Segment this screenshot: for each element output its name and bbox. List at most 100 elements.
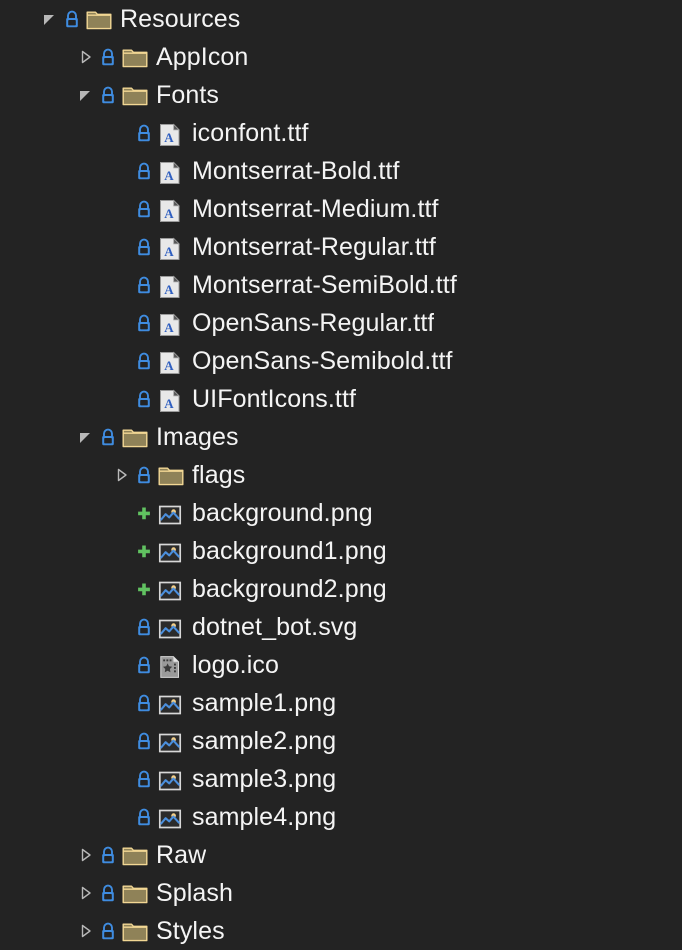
font-file-icon: A <box>156 380 186 418</box>
lock-icon <box>132 456 156 494</box>
tree-file-label: Montserrat-Regular.ttf <box>192 233 436 261</box>
tree-expander-placeholder <box>110 190 132 228</box>
chevron-expanded-icon[interactable] <box>38 0 60 38</box>
tree-file-label: Montserrat-SemiBold.ttf <box>192 271 457 299</box>
tree-row[interactable]: AppIcon <box>0 38 682 76</box>
font-file-icon: A <box>156 228 186 266</box>
tree-row[interactable]: A OpenSans-Semibold.ttf <box>0 342 682 380</box>
folder-icon <box>120 836 150 874</box>
tree-row[interactable]: sample1.png <box>0 684 682 722</box>
lock-icon <box>96 836 120 874</box>
image-file-icon <box>156 532 186 570</box>
tree-expander-placeholder <box>110 532 132 570</box>
tree-row[interactable]: A Montserrat-SemiBold.ttf <box>0 266 682 304</box>
tree-expander-placeholder <box>110 494 132 532</box>
tree-expander-placeholder <box>110 266 132 304</box>
tree-file-label: iconfont.ttf <box>192 119 309 147</box>
lock-icon <box>96 76 120 114</box>
tree-row[interactable]: Resources <box>0 0 682 38</box>
icon-file-icon <box>156 646 186 684</box>
tree-row[interactable]: Fonts <box>0 76 682 114</box>
tree-row[interactable]: A Montserrat-Regular.ttf <box>0 228 682 266</box>
lock-icon <box>132 684 156 722</box>
tree-folder-label: Resources <box>120 5 241 33</box>
tree-file-label: OpenSans-Semibold.ttf <box>192 347 453 375</box>
tree-file-label: sample1.png <box>192 689 337 717</box>
tree-row[interactable]: A Montserrat-Bold.ttf <box>0 152 682 190</box>
chevron-collapsed-icon[interactable] <box>74 874 96 912</box>
tree-row[interactable]: A UIFontIcons.ttf <box>0 380 682 418</box>
folder-icon <box>120 418 150 456</box>
lock-icon <box>132 798 156 836</box>
tree-expander-placeholder <box>110 684 132 722</box>
folder-icon <box>120 76 150 114</box>
tree-expander-placeholder <box>110 608 132 646</box>
lock-icon <box>96 418 120 456</box>
chevron-collapsed-icon[interactable] <box>74 836 96 874</box>
tree-row[interactable]: dotnet_bot.svg <box>0 608 682 646</box>
chevron-expanded-icon[interactable] <box>74 418 96 456</box>
tree-row[interactable]: background.png <box>0 494 682 532</box>
tree-file-label: OpenSans-Regular.ttf <box>192 309 435 337</box>
tree-row[interactable]: sample3.png <box>0 760 682 798</box>
tree-row[interactable]: sample2.png <box>0 722 682 760</box>
tree-row[interactable]: logo.ico <box>0 646 682 684</box>
folder-icon <box>156 456 186 494</box>
tree-row[interactable]: sample4.png <box>0 798 682 836</box>
lock-icon <box>132 722 156 760</box>
tree-row[interactable]: Styles <box>0 912 682 950</box>
font-file-icon: A <box>156 304 186 342</box>
tree-row[interactable]: Splash <box>0 874 682 912</box>
svg-text:A: A <box>164 320 174 335</box>
tree-file-label: UIFontIcons.ttf <box>192 385 357 413</box>
tree-row[interactable]: Raw <box>0 836 682 874</box>
tree-folder-label: Styles <box>156 917 225 945</box>
chevron-expanded-icon[interactable] <box>74 76 96 114</box>
tree-row[interactable]: flags <box>0 456 682 494</box>
lock-icon <box>96 38 120 76</box>
tree-file-label: background2.png <box>192 575 387 603</box>
image-file-icon <box>156 684 186 722</box>
tree-expander-placeholder <box>110 228 132 266</box>
tree-row[interactable]: A OpenSans-Regular.ttf <box>0 304 682 342</box>
svg-text:A: A <box>164 396 174 411</box>
tree-folder-label: Fonts <box>156 81 220 109</box>
tree-row[interactable]: A Montserrat-Medium.ttf <box>0 190 682 228</box>
tree-file-label: sample2.png <box>192 727 337 755</box>
chevron-collapsed-icon[interactable] <box>74 38 96 76</box>
solution-explorer-tree[interactable]: Resources AppIcon Fonts Aiconfont.ttf A Monts… <box>0 0 682 950</box>
plus-icon <box>132 570 156 608</box>
chevron-collapsed-icon[interactable] <box>74 912 96 950</box>
tree-row[interactable]: background2.png <box>0 570 682 608</box>
tree-row[interactable]: Aiconfont.ttf <box>0 114 682 152</box>
tree-folder-label: Raw <box>156 841 207 869</box>
font-file-icon: A <box>156 114 186 152</box>
tree-file-label: background.png <box>192 499 373 527</box>
tree-row[interactable]: Images <box>0 418 682 456</box>
svg-text:A: A <box>164 358 174 373</box>
chevron-collapsed-icon[interactable] <box>110 456 132 494</box>
svg-text:A: A <box>164 282 174 297</box>
plus-icon <box>132 532 156 570</box>
tree-row[interactable]: background1.png <box>0 532 682 570</box>
folder-icon <box>120 912 150 950</box>
tree-folder-label: Images <box>156 423 239 451</box>
folder-icon <box>120 874 150 912</box>
tree-expander-placeholder <box>110 646 132 684</box>
